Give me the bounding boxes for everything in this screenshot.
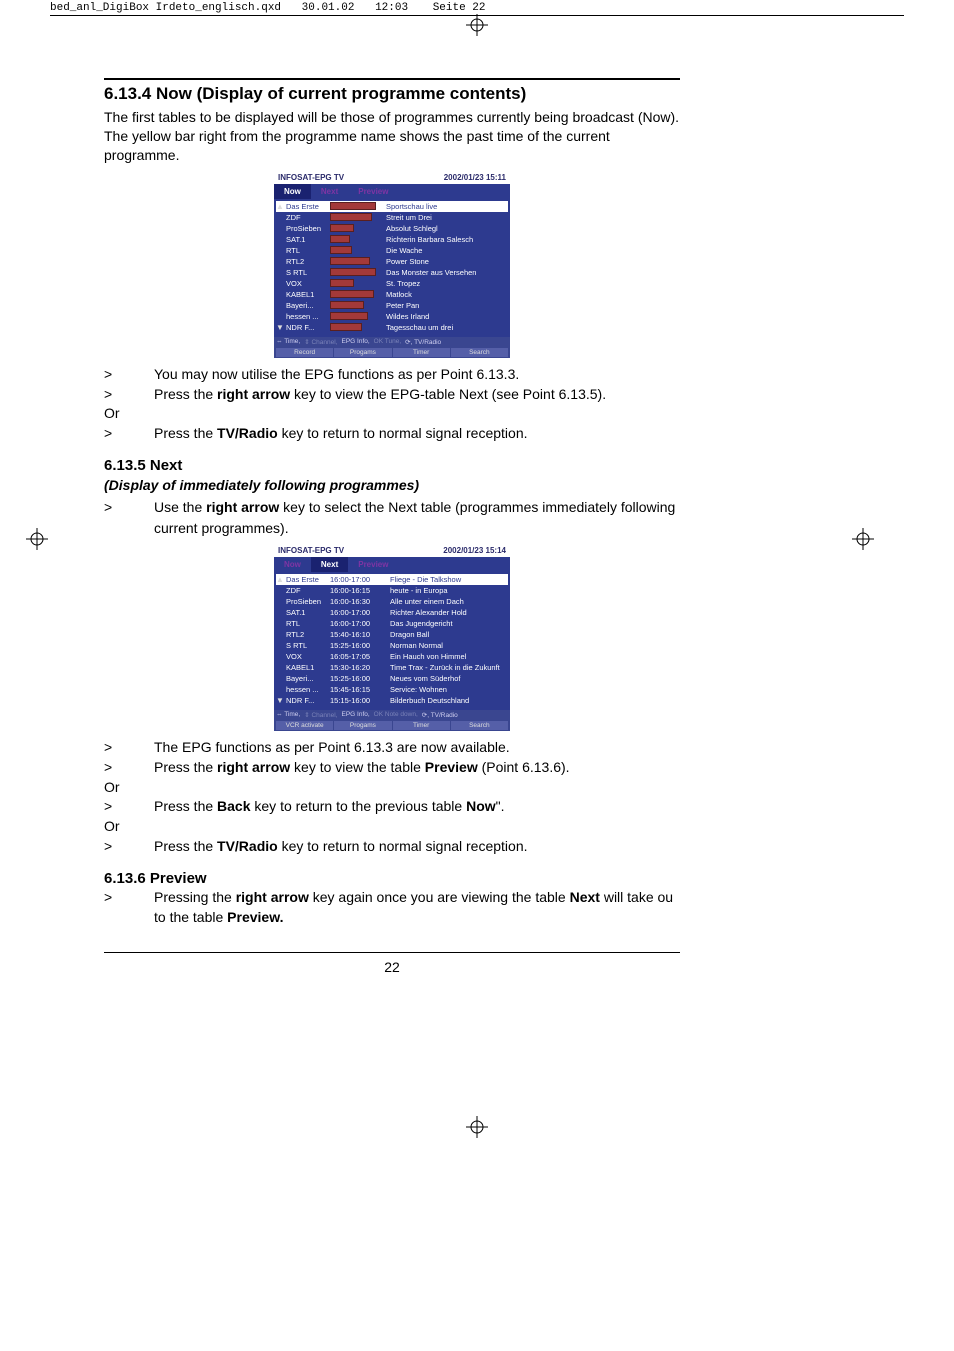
epg-tab: Next (311, 184, 348, 199)
epg-tab: Preview (348, 557, 398, 572)
epg-footer-button: VCR activate (276, 721, 334, 730)
epg-row: RTLDie Wache (276, 245, 508, 256)
epg-next-footer-line: ⇔ Time,⇕ Channel,EPG Info,OK Note down,⟳… (276, 711, 508, 719)
subheading: (Display of immediately following progra… (104, 476, 680, 495)
crop-mark-icon (852, 528, 874, 550)
list-item: >Press the Back key to return to the pre… (104, 796, 680, 816)
epg-row: Bayeri...15:25-16:00Neues vom Süderhof (276, 673, 508, 684)
epg-row: SAT.116:00-17:00Richter Alexander Hold (276, 607, 508, 618)
epg-footer-button: Search (451, 348, 508, 357)
epg-tab: Now (274, 184, 311, 199)
section-heading: 6.13.4 Now (Display of current programme… (104, 84, 680, 104)
epg-row: ZDF16:00-16:15heute - in Europa (276, 585, 508, 596)
list-item: >Press the right arrow key to view the E… (104, 384, 680, 404)
epg-row: KABEL1Matlock (276, 289, 508, 300)
epg-footer-button: Timer (393, 348, 451, 357)
section-heading: 6.13.5 Next (104, 457, 680, 474)
epg-next-footer-buttons: VCR activateProgamsTimerSearch (276, 721, 508, 730)
epg-next-footer: ⇔ Time,⇕ Channel,EPG Info,OK Note down,⟳… (274, 710, 510, 731)
epg-row: RTL2Power Stone (276, 256, 508, 267)
epg-row: ProSiebenAbsolut Schlegl (276, 223, 508, 234)
epg-tab: Now (274, 557, 311, 572)
list-item: >Pressing the right arrow key again once… (104, 887, 680, 928)
epg-footer-button: Record (276, 348, 334, 357)
epg-row: ZDFStreit um Drei (276, 212, 508, 223)
epg-row: S RTL15:25-16:00Norman Normal (276, 640, 508, 651)
horizontal-rule (104, 952, 680, 953)
figure-wrapper: INFOSAT-EPG TV 2002/01/23 15:11 NowNextP… (104, 171, 680, 358)
epg-tab: Preview (348, 184, 398, 199)
epg-row: hessen ...15:45-16:15Service: Wohnen (276, 684, 508, 695)
list-item: >You may now utilise the EPG functions a… (104, 364, 680, 384)
epg-now-footer-line: ⇔ Time,⇕ Channel,EPG Info,OK Tune,⟳, TV/… (276, 338, 508, 346)
crop-mark-icon (466, 1116, 488, 1138)
epg-row: RTL16:00-17:00Das Jugendgericht (276, 618, 508, 629)
page-content: 6.13.4 Now (Display of current programme… (104, 78, 680, 975)
epg-footer-button: Progams (334, 348, 392, 357)
epg-row: ▲Das ErsteSportschau live (276, 201, 508, 212)
epg-row: SAT.1Richterin Barbara Salesch (276, 234, 508, 245)
meta-time: 12:03 (375, 2, 408, 14)
meta-date: 30.01.02 (302, 2, 355, 14)
epg-now-body: ▲Das ErsteSportschau liveZDFStreit um Dr… (274, 199, 510, 337)
epg-next-body: ▲Das Erste16:00-17:00Fliege - Die Talksh… (274, 572, 510, 710)
epg-footer-button: Timer (393, 721, 451, 730)
horizontal-rule (104, 78, 680, 80)
epg-row: RTL215:40-16:10Dragon Ball (276, 629, 508, 640)
epg-next-tabs: NowNextPreview (274, 557, 510, 572)
section-heading: 6.13.6 Preview (104, 870, 680, 887)
figure-wrapper: INFOSAT-EPG TV 2002/01/23 15:14 NowNextP… (104, 544, 680, 731)
epg-title: INFOSAT-EPG TV (278, 173, 344, 182)
epg-datetime: 2002/01/23 15:11 (444, 173, 506, 182)
epg-row: KABEL115:30-16:20Time Trax - Zurück in d… (276, 662, 508, 673)
epg-row: Bayeri...Peter Pan (276, 300, 508, 311)
meta-filename: bed_anl_DigiBox Irdeto_englisch.qxd (50, 2, 281, 14)
list-item: >Press the TV/Radio key to return to nor… (104, 836, 680, 856)
meta-page-label: Seite 22 (433, 2, 486, 14)
body-text: Or (104, 817, 680, 836)
body-text: Or (104, 778, 680, 797)
epg-row: S RTLDas Monster aus Versehen (276, 267, 508, 278)
epg-now-footer-buttons: RecordProgamsTimerSearch (276, 348, 508, 357)
epg-footer-button: Search (451, 721, 508, 730)
epg-now-footer: ⇔ Time,⇕ Channel,EPG Info,OK Tune,⟳, TV/… (274, 337, 510, 358)
body-text: Or (104, 404, 680, 423)
epg-row: ▼NDR F...15:15-16:00Bilderbuch Deutschla… (276, 695, 508, 706)
epg-next-screenshot: INFOSAT-EPG TV 2002/01/23 15:14 NowNextP… (274, 544, 510, 731)
list-item: >Press the TV/Radio key to return to nor… (104, 423, 680, 443)
epg-row: VOX16:05-17:05Ein Hauch von Himmel (276, 651, 508, 662)
list-item: >Use the right arrow key to select the N… (104, 497, 680, 538)
epg-row: ▼NDR F...Tagesschau um drei (276, 322, 508, 333)
list-item: >The EPG functions as per Point 6.13.3 a… (104, 737, 680, 757)
page-number: 22 (104, 959, 680, 975)
epg-now-screenshot: INFOSAT-EPG TV 2002/01/23 15:11 NowNextP… (274, 171, 510, 358)
body-text: The first tables to be displayed will be… (104, 108, 680, 165)
epg-row: hessen ...Wildes Irland (276, 311, 508, 322)
epg-row: VOXSt. Tropez (276, 278, 508, 289)
epg-footer-button: Progams (334, 721, 392, 730)
epg-now-tabs: NowNextPreview (274, 184, 510, 199)
epg-row: ▲Das Erste16:00-17:00Fliege - Die Talksh… (276, 574, 508, 585)
list-item: >Press the right arrow key to view the t… (104, 757, 680, 777)
crop-mark-icon (466, 14, 488, 36)
document-page: bed_anl_DigiBox Irdeto_englisch.qxd 30.0… (0, 0, 954, 1351)
epg-datetime: 2002/01/23 15:14 (443, 546, 506, 555)
epg-title: INFOSAT-EPG TV (278, 546, 344, 555)
epg-row: ProSieben16:00-16:30Alle unter einem Dac… (276, 596, 508, 607)
crop-mark-icon (26, 528, 48, 550)
epg-tab: Next (311, 557, 348, 572)
